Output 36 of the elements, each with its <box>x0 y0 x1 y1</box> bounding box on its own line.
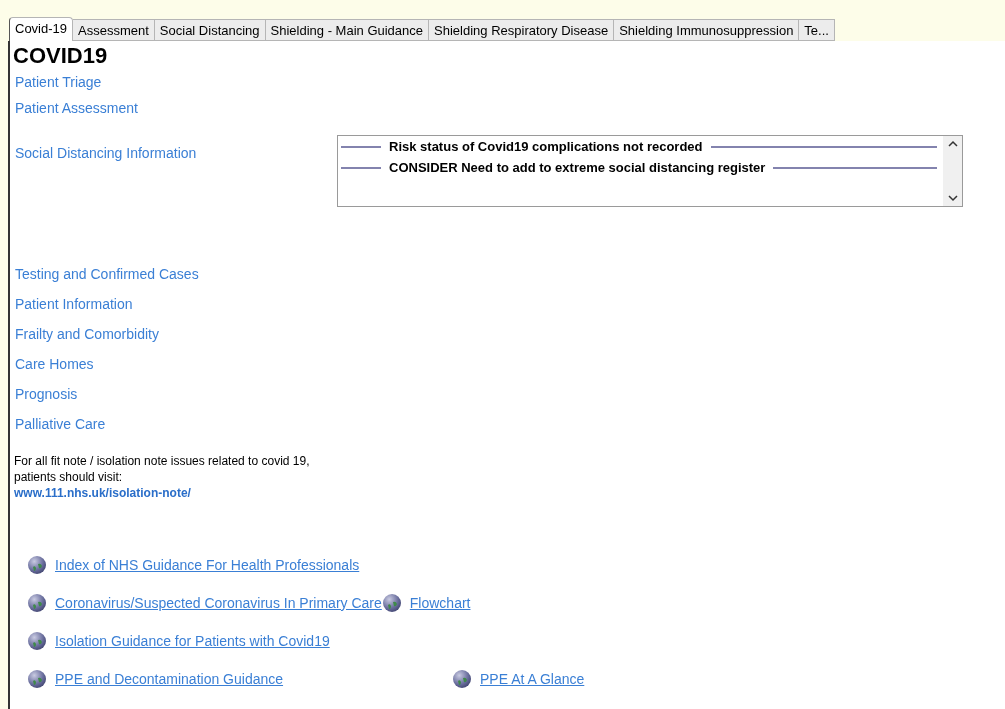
guidance-link[interactable]: Flowchart <box>409 594 471 611</box>
section-link[interactable]: Patient Triage <box>15 69 102 95</box>
globe-icon <box>27 668 47 689</box>
scroll-up-icon[interactable] <box>947 140 958 147</box>
scroll-down-icon[interactable] <box>947 195 958 202</box>
section-link[interactable]: Social Distancing Information <box>15 145 337 161</box>
globe-icon <box>381 592 402 613</box>
tab[interactable]: Social Distancing <box>154 19 266 41</box>
tab[interactable]: Te... <box>799 19 835 41</box>
section-link[interactable]: Care Homes <box>15 349 94 379</box>
globe-icon <box>27 592 47 613</box>
alert-text: CONSIDER Need to add to extreme social distancing register <box>389 160 766 175</box>
section-link[interactable]: Testing and Confirmed Cases <box>15 259 199 289</box>
isolation-note-link[interactable]: www.111.nhs.uk/isolation-note/ <box>14 485 191 501</box>
tab[interactable]: Shielding Respiratory Disease <box>429 19 615 41</box>
guidance-link[interactable]: PPE and Decontamination Guidance <box>55 670 284 687</box>
tab[interactable]: Shielding Immunosuppression <box>614 19 800 41</box>
section-link[interactable]: Palliative Care <box>15 409 106 439</box>
globe-icon <box>27 630 47 651</box>
tab[interactable]: Shielding - Main Guidance <box>265 19 430 41</box>
tab[interactable]: Assessment <box>73 19 155 41</box>
note-text: For all fit note / isolation note issues related to covid 19, patients should visit: <box>14 453 311 485</box>
guidance-link[interactable]: PPE At A Glance <box>480 670 585 687</box>
guidance-link[interactable]: Index of NHS Guidance For Health Professionals <box>55 556 360 573</box>
section-link[interactable]: Frailty and Comorbidity <box>15 319 159 349</box>
section-link[interactable]: Patient Assessment <box>15 95 138 121</box>
guidance-link[interactable]: Coronavirus/Suspected Coronavirus In Primary Care <box>55 594 382 611</box>
scrollbar[interactable] <box>943 136 962 206</box>
globe-icon <box>27 554 47 575</box>
page-heading: COVID19 <box>13 43 109 69</box>
section-link[interactable]: Patient Information <box>15 289 133 319</box>
globe-icon <box>452 668 472 689</box>
guidance-link[interactable]: Isolation Guidance for Patients with Covid19 <box>55 632 330 649</box>
section-link[interactable]: Prognosis <box>15 379 78 409</box>
alert-text: Risk status of Covid19 complications not recorded <box>389 139 703 154</box>
tab[interactable]: Covid-19 <box>9 17 74 41</box>
